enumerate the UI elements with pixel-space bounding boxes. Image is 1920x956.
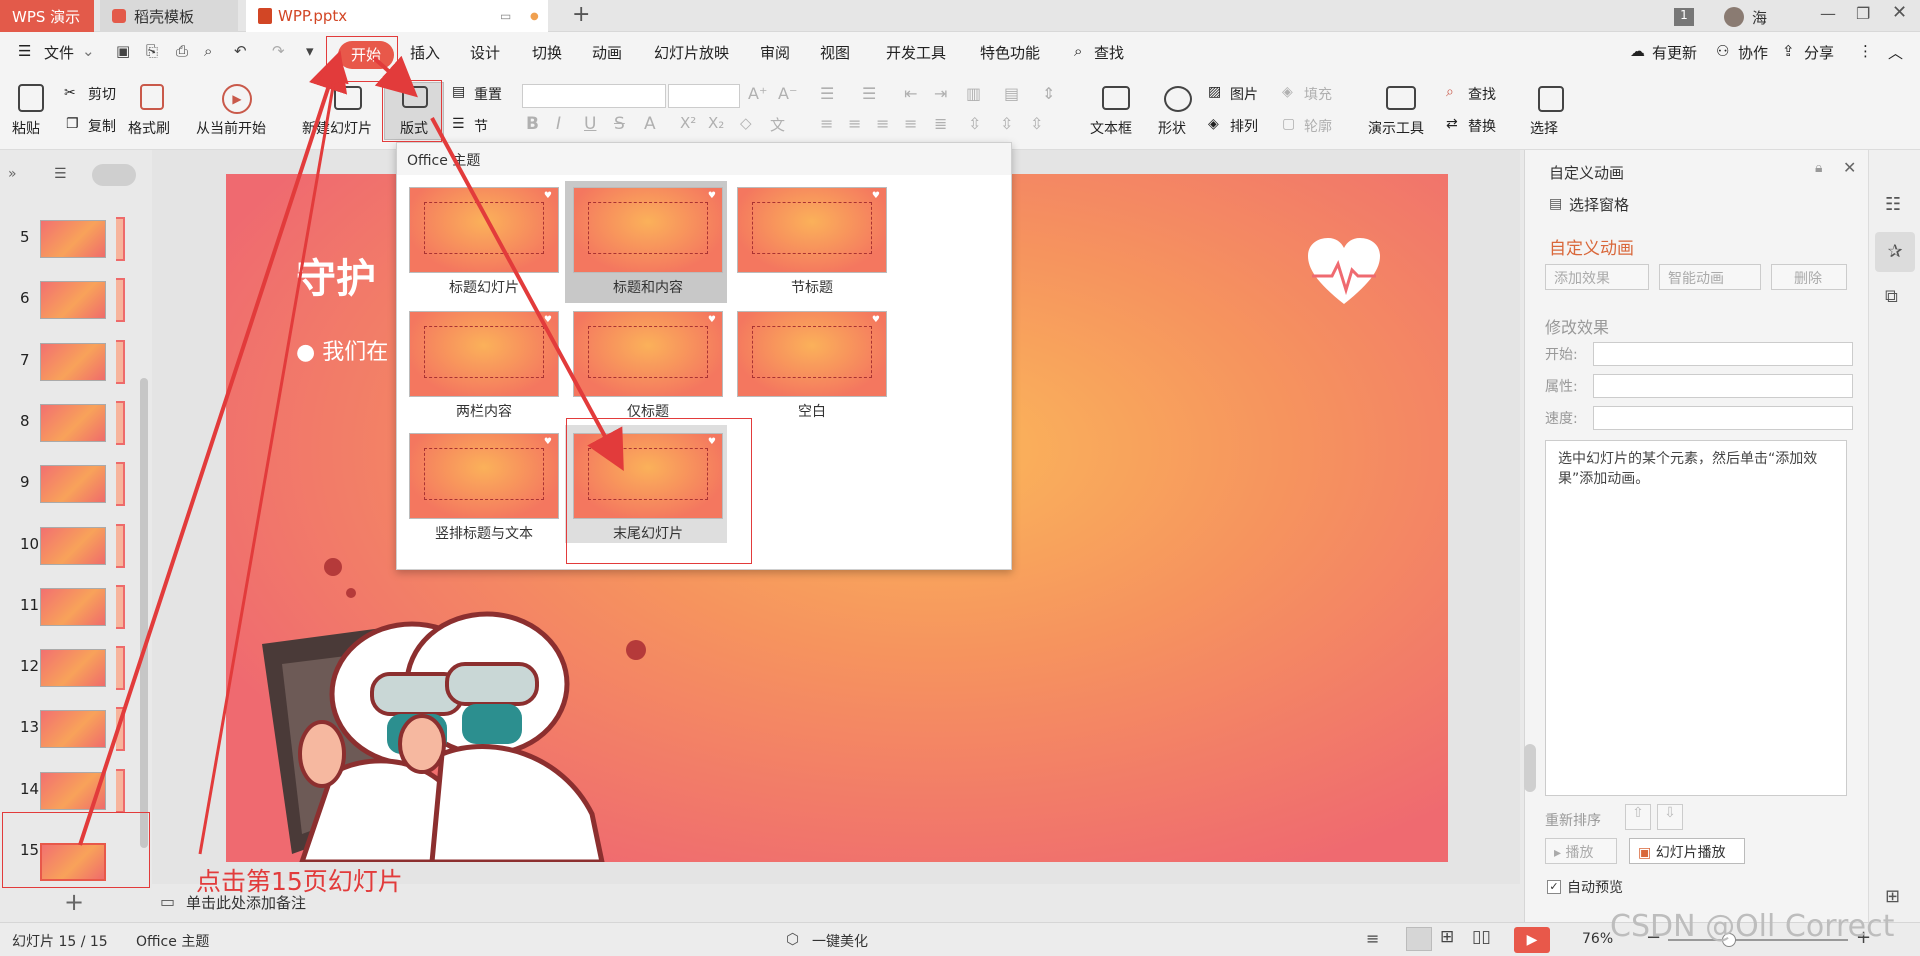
arrow-to-start-2 [198, 52, 349, 855]
arrow-to-ending-slide [430, 117, 624, 472]
arrow-to-layout [372, 55, 418, 98]
arrow-to-start [78, 50, 348, 846]
annotation-arrows [78, 50, 624, 855]
annotation-note: 点击第15页幻灯片 [196, 867, 403, 896]
